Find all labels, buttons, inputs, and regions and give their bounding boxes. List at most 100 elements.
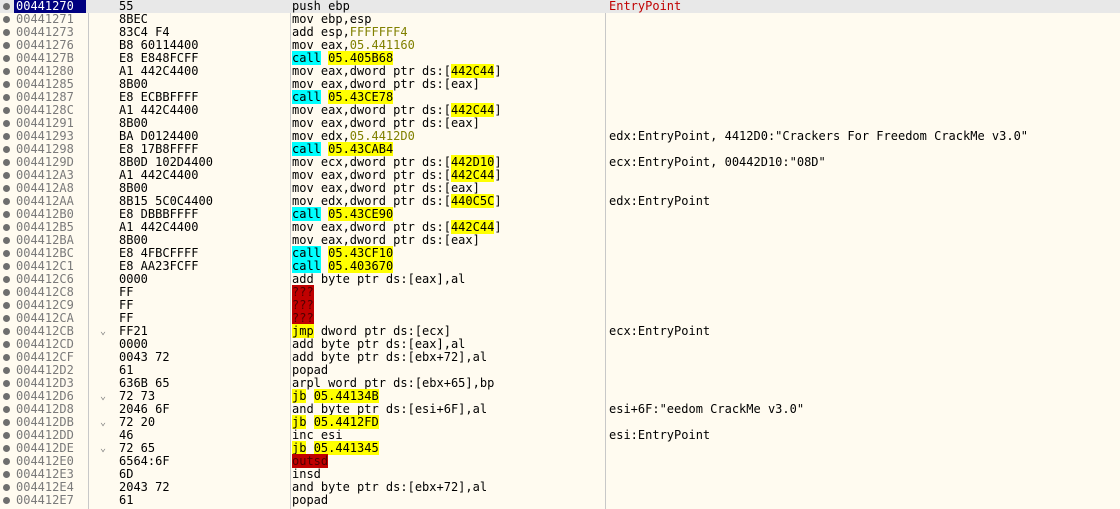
breakpoint-dot-icon[interactable] <box>3 250 10 257</box>
disasm-row[interactable]: 004412C1 E8 AA23FCFF call 05.403670 <box>0 259 1120 273</box>
breakpoint-dot-icon[interactable] <box>3 315 10 322</box>
breakpoint-dot-icon[interactable] <box>3 29 10 36</box>
breakpoint-dot-icon[interactable] <box>3 393 10 400</box>
instruction-token <box>306 441 313 455</box>
breakpoint-dot-icon[interactable] <box>3 185 10 192</box>
breakpoint-dot-icon[interactable] <box>3 159 10 166</box>
instruction-token: call <box>292 51 321 65</box>
instruction-token: jb <box>292 415 307 429</box>
disasm-row[interactable]: 004412D8 2046 6F and byte ptr ds:[esi+6F],… <box>0 403 1120 416</box>
breakpoint-dot-icon[interactable] <box>3 16 10 23</box>
disasm-row[interactable]: 004412D3 636B 65 arpl word ptr ds:[ebx+65]… <box>0 377 1120 390</box>
instruction-token: 05.441160 <box>349 38 415 52</box>
breakpoint-dot-icon[interactable] <box>3 198 10 205</box>
instruction-token: mov edx, <box>292 129 350 143</box>
instruction-token: call <box>292 246 321 260</box>
disasm-row[interactable]: 0044128C A1 442C4400 mov eax,dword ptr ds:… <box>0 103 1120 117</box>
breakpoint-dot-icon[interactable] <box>3 302 10 309</box>
disasm-row[interactable]: 004412DB ⌄ 72 20 jb 05.4412FD <box>0 415 1120 429</box>
instruction-token: ] <box>494 194 502 208</box>
instruction-token: mov eax,dword ptr ds:[ <box>292 220 451 234</box>
instruction-token <box>306 415 313 429</box>
breakpoint-dot-icon[interactable] <box>3 289 10 296</box>
instruction-token: 05.4412FD <box>313 415 379 429</box>
breakpoint-dot-icon[interactable] <box>3 497 10 504</box>
breakpoint-dot-icon[interactable] <box>3 94 10 101</box>
breakpoint-dot-icon[interactable] <box>3 367 10 374</box>
breakpoint-dot-icon[interactable] <box>3 224 10 231</box>
breakpoint-dot-icon[interactable] <box>3 341 10 348</box>
chevron-down-icon: ⌄ <box>100 443 107 454</box>
instruction-token: call <box>292 142 321 156</box>
breakpoint-dot-icon[interactable] <box>3 445 10 452</box>
breakpoint-dot-icon[interactable] <box>3 68 10 75</box>
breakpoint-dot-icon[interactable] <box>3 133 10 140</box>
instruction-token: mov edx,dword ptr ds:[ <box>292 194 451 208</box>
instruction-token: mov ebp,esp <box>292 12 372 26</box>
instruction-token: ??? <box>292 298 314 312</box>
instruction-token: call <box>292 207 321 221</box>
breakpoint-dot-icon[interactable] <box>3 380 10 387</box>
instruction-cell: add byte ptr ds:[eax],al <box>292 273 465 286</box>
instruction-token: insd <box>292 467 321 481</box>
instruction-token: add byte ptr ds:[eax],al <box>292 337 466 351</box>
disasm-row[interactable]: 004412CA FF??? <box>0 311 1120 325</box>
disasm-row[interactable]: 004412C9 FF??? <box>0 298 1120 312</box>
breakpoint-dot-icon[interactable] <box>3 146 10 153</box>
instruction-token: mov eax,dword ptr ds:[eax] <box>292 181 480 195</box>
instruction-token: jb <box>292 389 307 403</box>
instruction-token: 05.43CF10 <box>328 246 394 260</box>
chevron-down-icon: ⌄ <box>100 326 107 337</box>
disasm-row[interactable]: 004412CF 0043 72 add byte ptr ds:[ebx+72],… <box>0 351 1120 364</box>
disasm-row[interactable]: 004412E7 61 popad <box>0 494 1120 507</box>
instruction-token: ??? <box>292 311 314 325</box>
disassembly-view[interactable]: 00441270 55 push ebp EntryPoint 00441271 8BEC… <box>0 0 1120 509</box>
comment-cell: esi:EntryPoint <box>609 428 711 442</box>
breakpoint-dot-icon[interactable] <box>3 172 10 179</box>
instruction-token <box>306 389 313 403</box>
disasm-row[interactable]: 004412C6 0000 add byte ptr ds:[eax],al <box>0 273 1120 286</box>
disasm-row[interactable]: 004412B5 A1 442C4400 mov eax,dword ptr ds:… <box>0 220 1120 234</box>
instruction-token: mov eax,dword ptr ds:[ <box>292 103 451 117</box>
breakpoint-dot-icon[interactable] <box>3 3 10 10</box>
disasm-row[interactable]: 00441280 A1 442C4400 mov eax,dword ptr ds:… <box>0 64 1120 78</box>
comment-cell: ecx:EntryPoint, 00442D10:"08D" <box>609 155 826 169</box>
instruction-token: mov eax,dword ptr ds:[eax] <box>292 116 480 130</box>
instruction-token: 05.441345 <box>313 441 379 455</box>
breakpoint-dot-icon[interactable] <box>3 471 10 478</box>
breakpoint-dot-icon[interactable] <box>3 211 10 218</box>
instruction-token: 05.43CE78 <box>328 90 394 104</box>
instruction-token: 05.43CAB4 <box>328 142 394 156</box>
breakpoint-dot-icon[interactable] <box>3 484 10 491</box>
breakpoint-dot-icon[interactable] <box>3 432 10 439</box>
disasm-row[interactable]: 004412E4 2043 72 and byte ptr ds:[ebx+72],… <box>0 481 1120 494</box>
instruction-token: ] <box>494 155 502 169</box>
breakpoint-dot-icon[interactable] <box>3 120 10 127</box>
instruction-token: 442C44 <box>450 103 495 117</box>
breakpoint-dot-icon[interactable] <box>3 419 10 426</box>
breakpoint-dot-icon[interactable] <box>3 354 10 361</box>
breakpoint-dot-icon[interactable] <box>3 276 10 283</box>
breakpoint-dot-icon[interactable] <box>3 42 10 49</box>
breakpoint-dot-icon[interactable] <box>3 55 10 62</box>
instruction-token: dword ptr ds:[ecx] <box>313 324 451 338</box>
instruction-token: ] <box>494 220 502 234</box>
disasm-row[interactable]: 004412E0 6564:6F outsd <box>0 454 1120 468</box>
breakpoint-dot-icon[interactable] <box>3 458 10 465</box>
instruction-cell: popad <box>292 494 328 507</box>
breakpoint-dot-icon[interactable] <box>3 237 10 244</box>
bytes-cell: 61 <box>119 493 134 507</box>
instruction-token: call <box>292 259 321 273</box>
breakpoint-dot-icon[interactable] <box>3 263 10 270</box>
instruction-token: add byte ptr ds:[ebx+72],al <box>292 350 488 364</box>
breakpoint-dot-icon[interactable] <box>3 406 10 413</box>
disasm-row[interactable]: 004412CB ⌄ FF21 jmp dword ptr ds:[ecx] ecx:E… <box>0 324 1120 338</box>
breakpoint-dot-icon[interactable] <box>3 328 10 335</box>
instruction-token: FFFFFFF4 <box>349 25 408 39</box>
disasm-row[interactable]: 004412A3 A1 442C4400 mov eax,dword ptr ds:… <box>0 168 1120 182</box>
disasm-row[interactable]: 004412DD 46 inc esi esi:EntryPoint <box>0 429 1120 442</box>
disasm-row[interactable]: 00441270 55 push ebp EntryPoint <box>0 0 1120 13</box>
breakpoint-dot-icon[interactable] <box>3 81 10 88</box>
breakpoint-dot-icon[interactable] <box>3 107 10 114</box>
disasm-row[interactable]: 004412C8 FF??? <box>0 285 1120 299</box>
